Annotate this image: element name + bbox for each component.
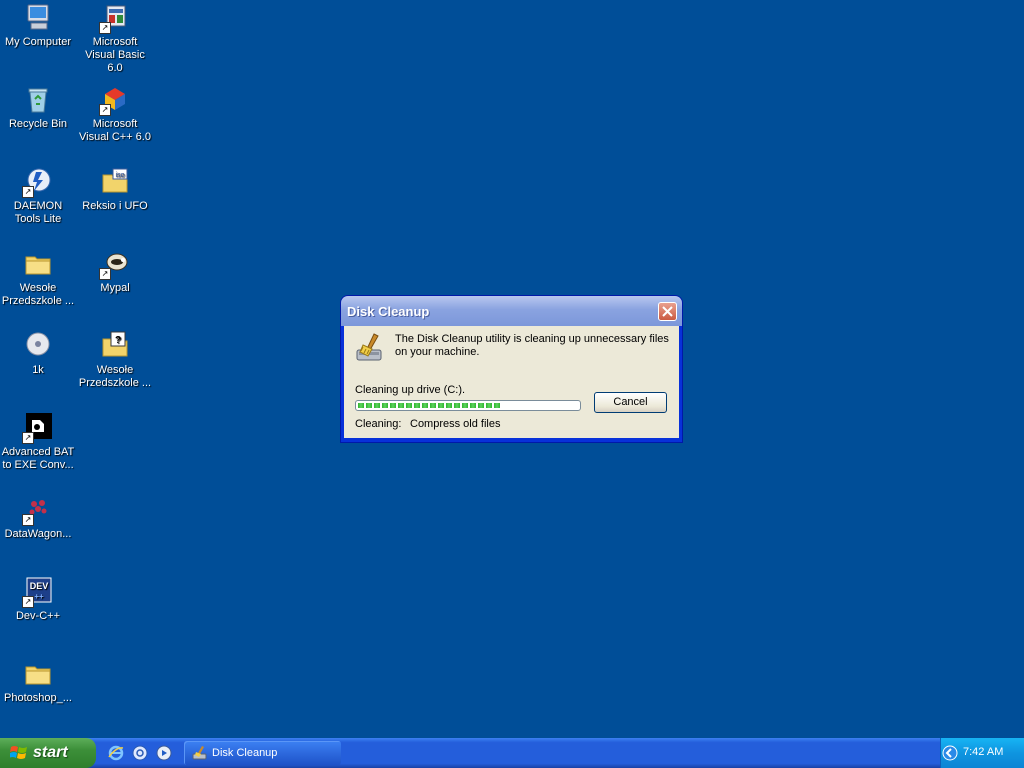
dialog-body: The Disk Cleanup utility is cleaning up … bbox=[344, 326, 679, 438]
dialog-message: The Disk Cleanup utility is cleaning up … bbox=[395, 333, 669, 358]
cd-icon bbox=[22, 330, 54, 362]
visual-basic-icon: ↗ bbox=[99, 2, 131, 34]
desktop-icon-daemon-tools[interactable]: ↗ DAEMON Tools Lite bbox=[0, 166, 76, 226]
disk-cleanup-icon bbox=[192, 746, 207, 760]
taskbar: start Disk Cleanup 7:42 AM bbox=[0, 738, 1024, 768]
desktop-icon-wesole-przedszkole-folder[interactable]: Wesołe Przedszkole ... bbox=[0, 248, 76, 308]
desktop-icon-wesole-przedszkole-file[interactable]: ? Wesołe Przedszkole ... bbox=[77, 330, 153, 390]
close-button[interactable] bbox=[658, 302, 677, 321]
desktop-icon-mypal[interactable]: ↗ Mypal bbox=[77, 248, 153, 295]
desktop-icon-reksio-i-ufo[interactable]: iso Reksio i UFO bbox=[77, 166, 153, 213]
folder-icon bbox=[22, 248, 54, 280]
desktop-icon-dev-cpp[interactable]: DEV ++ ↗ Dev-C++ bbox=[0, 576, 76, 623]
clock[interactable]: 7:42 AM bbox=[963, 746, 1003, 758]
svg-text:DEV: DEV bbox=[30, 581, 49, 591]
desktop-icon-visual-basic[interactable]: ↗ Microsoft Visual Basic 6.0 bbox=[77, 2, 153, 75]
dev-cpp-icon: DEV ++ ↗ bbox=[22, 576, 54, 608]
svg-text:++: ++ bbox=[34, 592, 44, 601]
close-icon bbox=[662, 306, 673, 317]
desktop: My Computer Recycle Bin ↗ DAEMON Tools L… bbox=[0, 0, 1024, 738]
media-player-icon[interactable] bbox=[156, 745, 172, 761]
disk-cleanup-dialog: Disk Cleanup The Disk Cleanup utility is… bbox=[341, 296, 682, 442]
svg-text:?: ? bbox=[115, 335, 121, 346]
cleaning-label: Cleaning: bbox=[355, 418, 402, 430]
drive-label: Cleaning up drive (C:). bbox=[355, 384, 466, 396]
folder-icon bbox=[22, 658, 54, 690]
show-hidden-icons-chevron-icon[interactable] bbox=[942, 745, 958, 761]
windows-logo-icon bbox=[10, 746, 27, 759]
visual-cpp-icon: ↗ bbox=[99, 84, 131, 116]
desktop-icon-photoshop-folder[interactable]: Photoshop_... bbox=[0, 658, 76, 705]
progress-fill bbox=[358, 403, 502, 408]
desktop-icon-advanced-bat-to-exe[interactable]: ↗ Advanced BAT to EXE Conv... bbox=[0, 412, 76, 472]
taskbar-item-label: Disk Cleanup bbox=[212, 747, 278, 759]
desktop-icon-1k[interactable]: 1k bbox=[0, 330, 76, 377]
start-button[interactable]: start bbox=[0, 738, 96, 768]
outlook-express-icon[interactable] bbox=[132, 745, 148, 761]
cleaning-item: Compress old files bbox=[410, 418, 501, 430]
cleanup-progress-bar bbox=[355, 400, 581, 411]
disk-cleanup-icon bbox=[356, 333, 382, 361]
mypal-icon: ↗ bbox=[99, 248, 131, 280]
desktop-icon-recycle-bin[interactable]: Recycle Bin bbox=[0, 84, 76, 131]
internet-explorer-icon[interactable] bbox=[108, 745, 124, 761]
datawagon-icon: ↗ bbox=[22, 494, 54, 526]
svg-text:iso: iso bbox=[116, 172, 125, 179]
my-computer-icon bbox=[22, 2, 54, 34]
taskbar-item-disk-cleanup[interactable]: Disk Cleanup bbox=[184, 741, 341, 765]
bat-to-exe-icon: ↗ bbox=[22, 412, 54, 444]
desktop-icon-datawagon[interactable]: ↗ DataWagon... bbox=[0, 494, 76, 541]
system-tray: 7:42 AM bbox=[940, 738, 1024, 768]
dialog-titlebar[interactable]: Disk Cleanup bbox=[341, 296, 682, 326]
cancel-button[interactable]: Cancel bbox=[594, 392, 667, 413]
desktop-icon-my-computer[interactable]: My Computer bbox=[0, 2, 76, 49]
daemon-tools-icon: ↗ bbox=[22, 166, 54, 198]
iso-file-icon: iso bbox=[99, 166, 131, 198]
unknown-file-icon: ? bbox=[99, 330, 131, 362]
dialog-title: Disk Cleanup bbox=[347, 304, 430, 319]
start-label: start bbox=[33, 744, 68, 761]
recycle-bin-icon bbox=[22, 84, 54, 116]
desktop-icon-visual-cpp[interactable]: ↗ Microsoft Visual C++ 6.0 bbox=[77, 84, 153, 144]
